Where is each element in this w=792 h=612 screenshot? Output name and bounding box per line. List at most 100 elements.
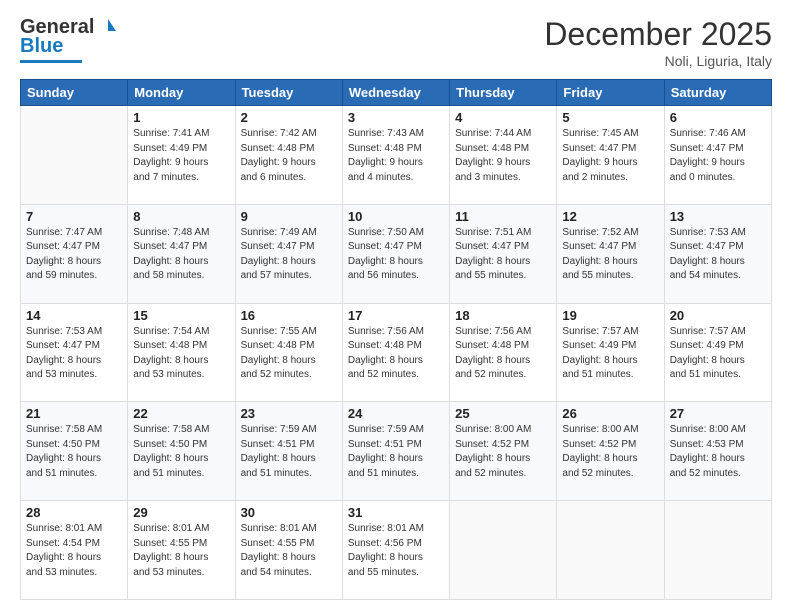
day-number: 16 (241, 308, 337, 323)
day-number: 6 (670, 110, 766, 125)
day-info: Sunrise: 8:01 AMSunset: 4:56 PMDaylight:… (348, 522, 444, 580)
day-info: Sunrise: 7:53 AMSunset: 4:47 PMDaylight:… (26, 325, 122, 383)
calendar-cell: 7Sunrise: 7:47 AMSunset: 4:47 PMDaylight… (21, 204, 128, 303)
calendar-week-row: 28Sunrise: 8:01 AMSunset: 4:54 PMDayligh… (21, 501, 772, 600)
calendar-cell: 24 Sunrise: 7:59 AMSunset: 4:51 PMDayligh… (342, 402, 449, 501)
day-number: 7 (26, 209, 122, 224)
calendar-cell: 23 Sunrise: 7:59 AMSunset: 4:51 PMDayligh… (235, 402, 342, 501)
day-number: 13 (670, 209, 766, 224)
day-number: 22 (133, 406, 229, 421)
calendar-cell: 2 Sunrise: 7:42 AMSunset: 4:48 PMDaylight… (235, 106, 342, 205)
calendar-week-row: 1 Sunrise: 7:41 AMSunset: 4:49 PMDaylight… (21, 106, 772, 205)
day-info: Sunrise: 8:01 AMSunset: 4:55 PMDaylight:… (133, 522, 229, 580)
calendar-cell: 12 Sunrise: 7:52 AMSunset: 4:47 PMDayligh… (557, 204, 664, 303)
calendar-cell: 8 Sunrise: 7:48 AMSunset: 4:47 PMDaylight… (128, 204, 235, 303)
day-info: Sunrise: 7:57 AMSunset: 4:49 PMDaylight:… (562, 325, 658, 383)
calendar-cell: 16 Sunrise: 7:55 AMSunset: 4:48 PMDayligh… (235, 303, 342, 402)
logo-blue: Blue (20, 35, 63, 58)
day-number: 26 (562, 406, 658, 421)
calendar-cell: 15Sunrise: 7:54 AMSunset: 4:48 PMDayligh… (128, 303, 235, 402)
day-info: Sunrise: 7:50 AMSunset: 4:47 PMDaylight:… (348, 226, 444, 284)
day-number: 12 (562, 209, 658, 224)
day-number: 24 (348, 406, 444, 421)
calendar-cell: 5 Sunrise: 7:45 AMSunset: 4:47 PMDaylight… (557, 106, 664, 205)
calendar-cell: 21Sunrise: 7:58 AMSunset: 4:50 PMDayligh… (21, 402, 128, 501)
calendar-cell: 4Sunrise: 7:44 AMSunset: 4:48 PMDaylight… (450, 106, 557, 205)
day-number: 14 (26, 308, 122, 323)
calendar-cell (450, 501, 557, 600)
day-info: Sunrise: 7:48 AMSunset: 4:47 PMDaylight:… (133, 226, 229, 284)
calendar-cell: 6 Sunrise: 7:46 AMSunset: 4:47 PMDaylight… (664, 106, 771, 205)
calendar-cell: 13 Sunrise: 7:53 AMSunset: 4:47 PMDayligh… (664, 204, 771, 303)
logo-underline (20, 60, 82, 63)
day-info: Sunrise: 7:57 AMSunset: 4:49 PMDaylight:… (670, 325, 766, 383)
day-number: 23 (241, 406, 337, 421)
calendar-cell: 29 Sunrise: 8:01 AMSunset: 4:55 PMDayligh… (128, 501, 235, 600)
day-number: 25 (455, 406, 551, 421)
day-info: Sunrise: 7:56 AMSunset: 4:48 PMDaylight:… (348, 325, 444, 383)
day-info: Sunrise: 7:41 AMSunset: 4:49 PMDaylight:… (133, 127, 229, 185)
header-tuesday: Tuesday (235, 80, 342, 106)
day-info: Sunrise: 7:58 AMSunset: 4:50 PMDaylight:… (26, 423, 122, 481)
day-info: Sunrise: 7:46 AMSunset: 4:47 PMDaylight:… (670, 127, 766, 185)
day-info: Sunrise: 7:43 AMSunset: 4:48 PMDaylight:… (348, 127, 444, 185)
logo-icon (94, 17, 116, 39)
day-number: 5 (562, 110, 658, 125)
title-block: December 2025 Noli, Liguria, Italy (544, 16, 772, 69)
day-number: 29 (133, 505, 229, 520)
calendar-cell: 26 Sunrise: 8:00 AMSunset: 4:52 PMDayligh… (557, 402, 664, 501)
calendar-cell (557, 501, 664, 600)
calendar-cell: 17 Sunrise: 7:56 AMSunset: 4:48 PMDayligh… (342, 303, 449, 402)
calendar-cell: 9Sunrise: 7:49 AMSunset: 4:47 PMDaylight… (235, 204, 342, 303)
calendar-cell: 14 Sunrise: 7:53 AMSunset: 4:47 PMDayligh… (21, 303, 128, 402)
day-info: Sunrise: 7:55 AMSunset: 4:48 PMDaylight:… (241, 325, 337, 383)
day-number: 2 (241, 110, 337, 125)
calendar-week-row: 14 Sunrise: 7:53 AMSunset: 4:47 PMDayligh… (21, 303, 772, 402)
day-info: Sunrise: 7:42 AMSunset: 4:48 PMDaylight:… (241, 127, 337, 185)
page: General Blue December 2025 Noli, Liguria… (0, 0, 792, 612)
day-number: 17 (348, 308, 444, 323)
day-info: Sunrise: 7:52 AMSunset: 4:47 PMDaylight:… (562, 226, 658, 284)
calendar-header-row: Sunday Monday Tuesday Wednesday Thursday… (21, 80, 772, 106)
calendar-cell: 25 Sunrise: 8:00 AMSunset: 4:52 PMDayligh… (450, 402, 557, 501)
day-number: 28 (26, 505, 122, 520)
day-info: Sunrise: 8:00 AMSunset: 4:52 PMDaylight:… (455, 423, 551, 481)
header: General Blue December 2025 Noli, Liguria… (20, 16, 772, 69)
day-number: 20 (670, 308, 766, 323)
calendar-cell: 20 Sunrise: 7:57 AMSunset: 4:49 PMDayligh… (664, 303, 771, 402)
day-number: 1 (133, 110, 229, 125)
day-number: 3 (348, 110, 444, 125)
calendar-cell: 27Sunrise: 8:00 AMSunset: 4:53 PMDayligh… (664, 402, 771, 501)
header-friday: Friday (557, 80, 664, 106)
day-info: Sunrise: 7:44 AMSunset: 4:48 PMDaylight:… (455, 127, 551, 185)
day-info: Sunrise: 7:59 AMSunset: 4:51 PMDaylight:… (241, 423, 337, 481)
day-number: 11 (455, 209, 551, 224)
header-saturday: Saturday (664, 80, 771, 106)
calendar-title: December 2025 (544, 16, 772, 53)
day-info: Sunrise: 7:59 AMSunset: 4:51 PMDaylight:… (348, 423, 444, 481)
day-number: 31 (348, 505, 444, 520)
calendar-cell: 18 Sunrise: 7:56 AMSunset: 4:48 PMDayligh… (450, 303, 557, 402)
calendar-cell: 3 Sunrise: 7:43 AMSunset: 4:48 PMDaylight… (342, 106, 449, 205)
day-info: Sunrise: 7:45 AMSunset: 4:47 PMDaylight:… (562, 127, 658, 185)
logo: General Blue (20, 16, 116, 63)
day-info: Sunrise: 7:56 AMSunset: 4:48 PMDaylight:… (455, 325, 551, 383)
day-number: 18 (455, 308, 551, 323)
header-wednesday: Wednesday (342, 80, 449, 106)
day-number: 10 (348, 209, 444, 224)
header-thursday: Thursday (450, 80, 557, 106)
calendar-week-row: 21Sunrise: 7:58 AMSunset: 4:50 PMDayligh… (21, 402, 772, 501)
calendar-cell: 22Sunrise: 7:58 AMSunset: 4:50 PMDayligh… (128, 402, 235, 501)
calendar-cell: 1 Sunrise: 7:41 AMSunset: 4:49 PMDaylight… (128, 106, 235, 205)
header-sunday: Sunday (21, 80, 128, 106)
calendar-week-row: 7Sunrise: 7:47 AMSunset: 4:47 PMDaylight… (21, 204, 772, 303)
calendar-subtitle: Noli, Liguria, Italy (544, 53, 772, 69)
day-number: 8 (133, 209, 229, 224)
day-info: Sunrise: 7:51 AMSunset: 4:47 PMDaylight:… (455, 226, 551, 284)
day-info: Sunrise: 8:00 AMSunset: 4:52 PMDaylight:… (562, 423, 658, 481)
day-info: Sunrise: 7:53 AMSunset: 4:47 PMDaylight:… (670, 226, 766, 284)
day-number: 9 (241, 209, 337, 224)
calendar-cell: 28Sunrise: 8:01 AMSunset: 4:54 PMDayligh… (21, 501, 128, 600)
day-info: Sunrise: 8:01 AMSunset: 4:55 PMDaylight:… (241, 522, 337, 580)
calendar-table: Sunday Monday Tuesday Wednesday Thursday… (20, 79, 772, 600)
